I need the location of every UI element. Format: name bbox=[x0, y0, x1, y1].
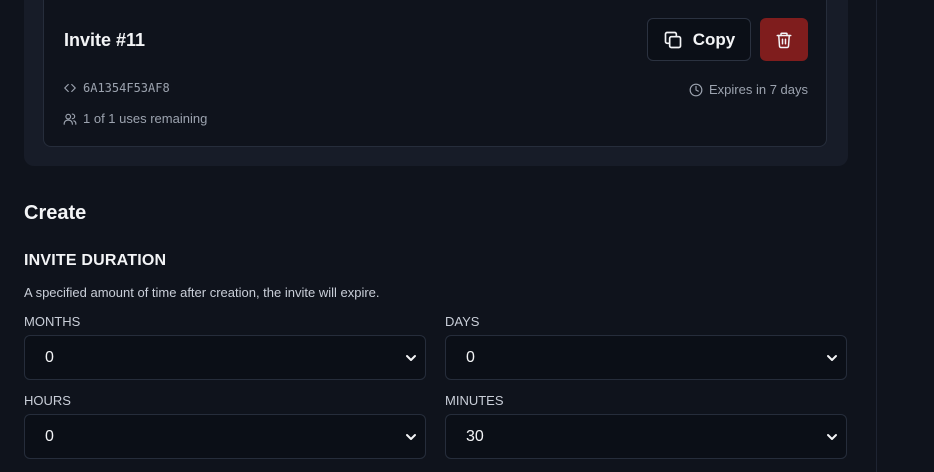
invite-expires: Expires in 7 days bbox=[709, 82, 808, 97]
invite-title: Invite #11 bbox=[64, 30, 146, 50]
create-title: Create bbox=[24, 202, 87, 224]
invite-uses: 1 of 1 uses remaining bbox=[83, 111, 208, 126]
chevron-down-icon bbox=[824, 350, 840, 366]
users-icon bbox=[63, 112, 77, 126]
invite-duration-title: INVITE DURATION bbox=[24, 252, 167, 269]
days-label: DAYS bbox=[445, 314, 480, 329]
hours-label: HOURS bbox=[24, 393, 71, 408]
invite-uses-row: 1 of 1 uses remaining bbox=[63, 111, 207, 126]
invite-code-row: 6A1354F53AF8 bbox=[63, 81, 170, 95]
invite-expires-row: Expires in 7 days bbox=[689, 82, 808, 97]
chevron-down-icon bbox=[403, 350, 419, 366]
months-value: 0 bbox=[45, 348, 54, 366]
invite-card: Invite #11 Copy 6A1354F53AF8 1 of 1 uses… bbox=[43, 0, 827, 147]
invite-code: 6A1354F53AF8 bbox=[83, 81, 170, 95]
page: Invite #11 Copy 6A1354F53AF8 1 of 1 uses… bbox=[0, 0, 934, 472]
copy-icon bbox=[663, 30, 683, 50]
copy-button[interactable]: Copy bbox=[647, 18, 751, 61]
delete-button[interactable] bbox=[760, 18, 808, 61]
clock-icon bbox=[689, 83, 703, 97]
months-select[interactable]: 0 bbox=[24, 335, 426, 380]
copy-label: Copy bbox=[692, 29, 736, 49]
minutes-value: 30 bbox=[466, 427, 484, 445]
chevron-down-icon bbox=[824, 429, 840, 445]
code-icon bbox=[63, 81, 77, 95]
months-label: MONTHS bbox=[24, 314, 81, 329]
hours-select[interactable]: 0 bbox=[24, 414, 426, 459]
minutes-label: MINUTES bbox=[445, 393, 504, 408]
trash-icon bbox=[775, 30, 793, 50]
minutes-select[interactable]: 30 bbox=[445, 414, 847, 459]
hours-value: 0 bbox=[45, 427, 54, 445]
invite-duration-description: A specified amount of time after creatio… bbox=[24, 285, 380, 300]
divider bbox=[876, 0, 877, 472]
chevron-down-icon bbox=[403, 429, 419, 445]
days-value: 0 bbox=[466, 348, 475, 366]
days-select[interactable]: 0 bbox=[445, 335, 847, 380]
